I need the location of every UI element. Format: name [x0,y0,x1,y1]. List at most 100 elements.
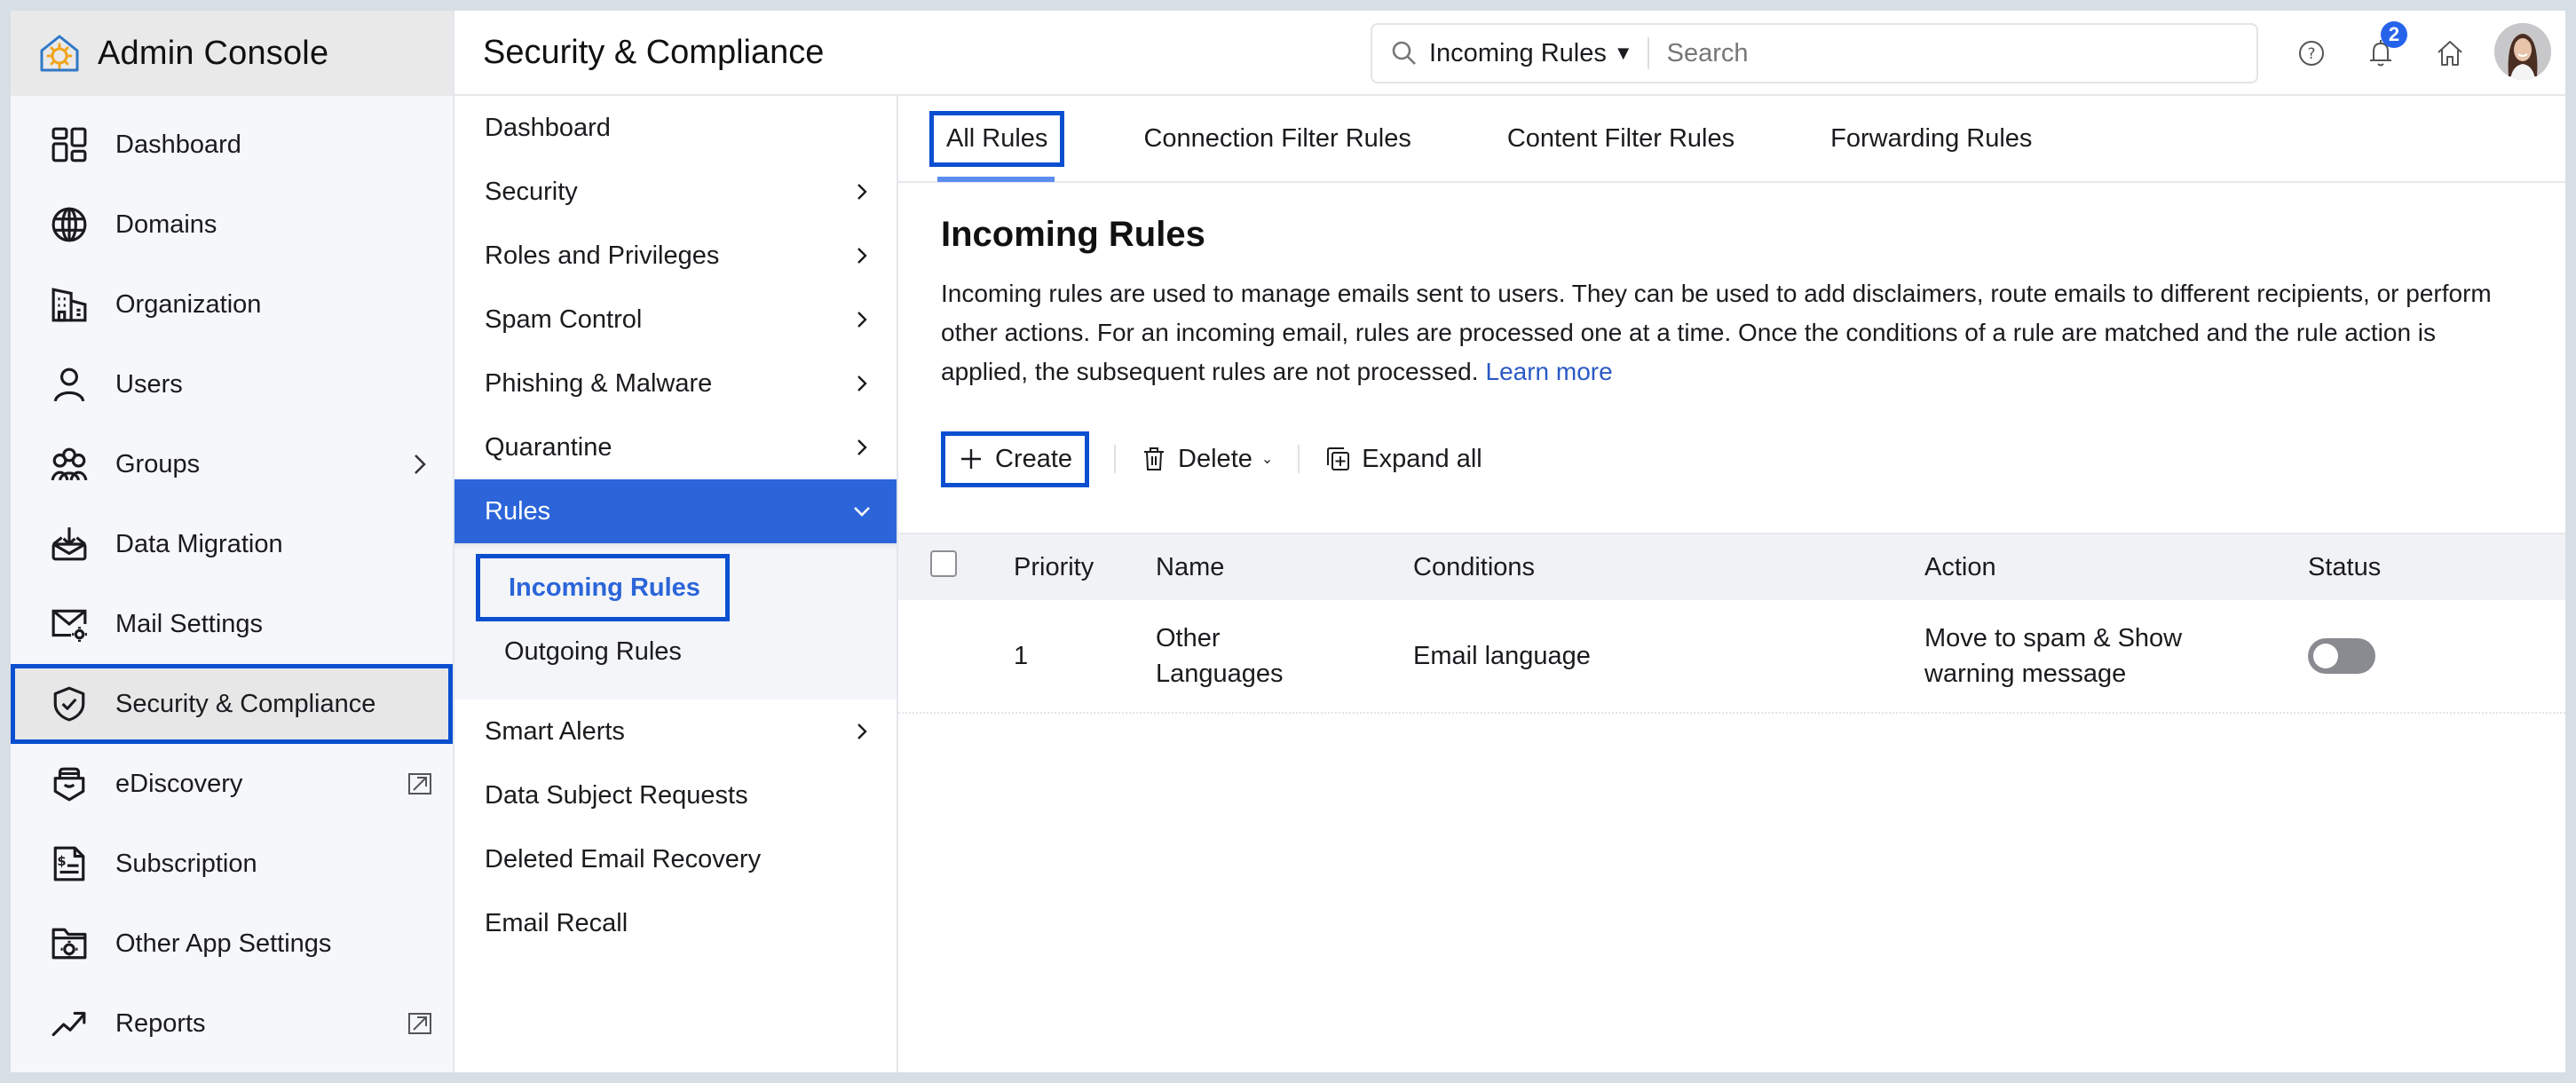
subnav-item-label: Email Recall [485,908,628,937]
sidebar-item-security-compliance[interactable]: Security & Compliance [11,664,453,744]
rules-panel: Incoming Rules Incoming rules are used t… [898,183,2565,491]
avatar[interactable] [2494,23,2551,80]
rules-toolbar: Create Delete ⌄ Expand all [941,427,2523,491]
sidebar-item-groups[interactable]: Groups [11,424,453,504]
notification-badge: 2 [2381,21,2407,48]
sidebar-item-ediscovery[interactable]: eDiscovery [11,744,453,824]
subnav-item-label: Phishing & Malware [485,368,713,398]
sidebar-item-label: Other App Settings [115,929,332,958]
invoice-dollar-icon: $ [50,844,89,883]
subnav-item-phishing-malware[interactable]: Phishing & Malware [454,352,897,415]
description-text: Incoming rules are used to manage emails… [941,280,2492,385]
subnav-item-incoming-rules[interactable]: Incoming Rules [476,554,730,621]
sidebar-item-label: eDiscovery [115,769,243,798]
toggle-knob [2313,644,2338,668]
trash-icon [1144,447,1165,470]
caret-down-icon[interactable]: ▼ [1614,42,1633,65]
chevron-right-icon [850,720,873,743]
ediscovery-icon [50,764,89,803]
plus-icon [961,449,981,469]
tab-connection-filter-rules[interactable]: Connection Filter Rules [1131,115,1423,162]
learn-more-link[interactable]: Learn more [1486,358,1613,385]
expand-all-button[interactable]: Expand all [1324,445,1482,474]
sidebar-item-subscription[interactable]: $ Subscription [11,824,453,904]
subnav-item-data-subject-requests[interactable]: Data Subject Requests [454,763,897,827]
subnav-item-label: Security [485,177,578,206]
top-bar: Security & Compliance Incoming Rules ▼ ?… [454,11,2565,96]
subnav-item-smart-alerts[interactable]: Smart Alerts [454,700,897,763]
sidebar-item-dashboard[interactable]: Dashboard [11,105,453,185]
tab-all-rules[interactable]: All Rules [928,110,1065,182]
primary-sidebar: Admin Console Dashboard Domains Organiza… [11,11,454,1072]
rule-priority: 1 [1014,642,1029,670]
subnav-item-security[interactable]: Security [454,160,897,224]
create-button-label: Create [995,444,1073,473]
subnav-item-spam-control[interactable]: Spam Control [454,288,897,352]
create-button[interactable]: Create [941,431,1090,487]
admin-console-logo-icon [37,31,82,75]
help-icon[interactable]: ? [2294,36,2329,71]
subnav-item-label: Roles and Privileges [485,241,720,270]
sidebar-item-organization[interactable]: Organization [11,265,453,344]
select-all-cell [898,550,1014,577]
rule-name[interactable]: Other Languages [1156,621,1333,692]
sidebar-item-label: Dashboard [115,130,241,159]
sidebar-item-mail-settings[interactable]: Mail Settings [11,584,453,664]
subnav-item-quarantine[interactable]: Quarantine [454,415,897,479]
home-icon[interactable] [2432,36,2468,71]
subnav-item-deleted-email-recovery[interactable]: Deleted Email Recovery [454,827,897,891]
app-window: Admin Console Dashboard Domains Organiza… [11,11,2565,1072]
svg-text:$: $ [57,854,66,869]
rule-status-toggle[interactable] [2308,638,2375,674]
mail-gear-icon [50,605,89,644]
column-header-name[interactable]: Name [1156,549,1413,585]
app-title: Admin Console [98,34,329,72]
section-heading: Incoming Rules [941,215,1205,254]
sidebar-item-reports[interactable]: Reports [11,984,453,1063]
delete-button[interactable]: Delete ⌄ [1141,445,1273,474]
tab-content-filter-rules[interactable]: Content Filter Rules [1495,115,1747,162]
sidebar-header: Admin Console [11,11,453,96]
subnav-item-label: Spam Control [485,304,643,334]
table-row[interactable]: 1 Other Languages Email language Move to… [898,600,2565,714]
sidebar-item-other-app-settings[interactable]: Other App Settings [11,904,453,984]
external-link-icon[interactable] [407,1010,433,1037]
search-scope-dropdown[interactable]: Incoming Rules [1429,39,1607,68]
column-header-priority[interactable]: Priority [1014,549,1156,585]
subnav-item-outgoing-rules[interactable]: Outgoing Rules [454,621,897,682]
search-divider [1647,37,1649,69]
search-input[interactable] [1666,38,2200,68]
rules-submenu: Incoming Rules Outgoing Rules [454,543,897,700]
column-header-status: Status [2308,553,2382,581]
chevron-down-icon: ⌄ [1260,452,1274,467]
subnav-item-rules[interactable]: Rules [454,479,897,543]
search-bar[interactable]: Incoming Rules ▼ [1371,23,2258,83]
chevron-right-icon [850,180,873,203]
chevron-right-icon [850,244,873,267]
external-link-icon[interactable] [407,771,433,797]
sidebar-item-label: Mail Settings [115,609,264,638]
tab-forwarding-rules[interactable]: Forwarding Rules [1818,115,2044,162]
dashboard-icon [50,125,89,164]
chevron-right-icon [850,436,873,459]
chevron-right-icon [850,372,873,395]
sidebar-item-label: Reports [115,1008,206,1038]
column-header-conditions: Conditions [1413,553,1536,581]
rule-conditions: Email language [1413,642,1591,670]
sidebar-item-domains[interactable]: Domains [11,185,453,265]
search-icon [1390,39,1418,67]
sidebar-item-users[interactable]: Users [11,344,453,424]
subnav-item-email-recall[interactable]: Email Recall [454,891,897,955]
sidebar-item-data-migration[interactable]: Data Migration [11,504,453,584]
delete-button-label: Delete [1178,444,1252,473]
subnav-item-roles-privileges[interactable]: Roles and Privileges [454,224,897,288]
chevron-down-icon [850,500,873,523]
expand-all-label: Expand all [1362,444,1482,473]
page-title: Security & Compliance [483,34,825,71]
select-all-checkbox[interactable] [930,550,957,577]
subnav-item-label: Data Subject Requests [485,780,748,810]
chevron-right-icon [407,451,433,478]
subnav-item-dashboard[interactable]: Dashboard [454,96,897,160]
sidebar-item-label: Users [115,369,183,399]
column-header-action: Action [1924,553,1996,581]
